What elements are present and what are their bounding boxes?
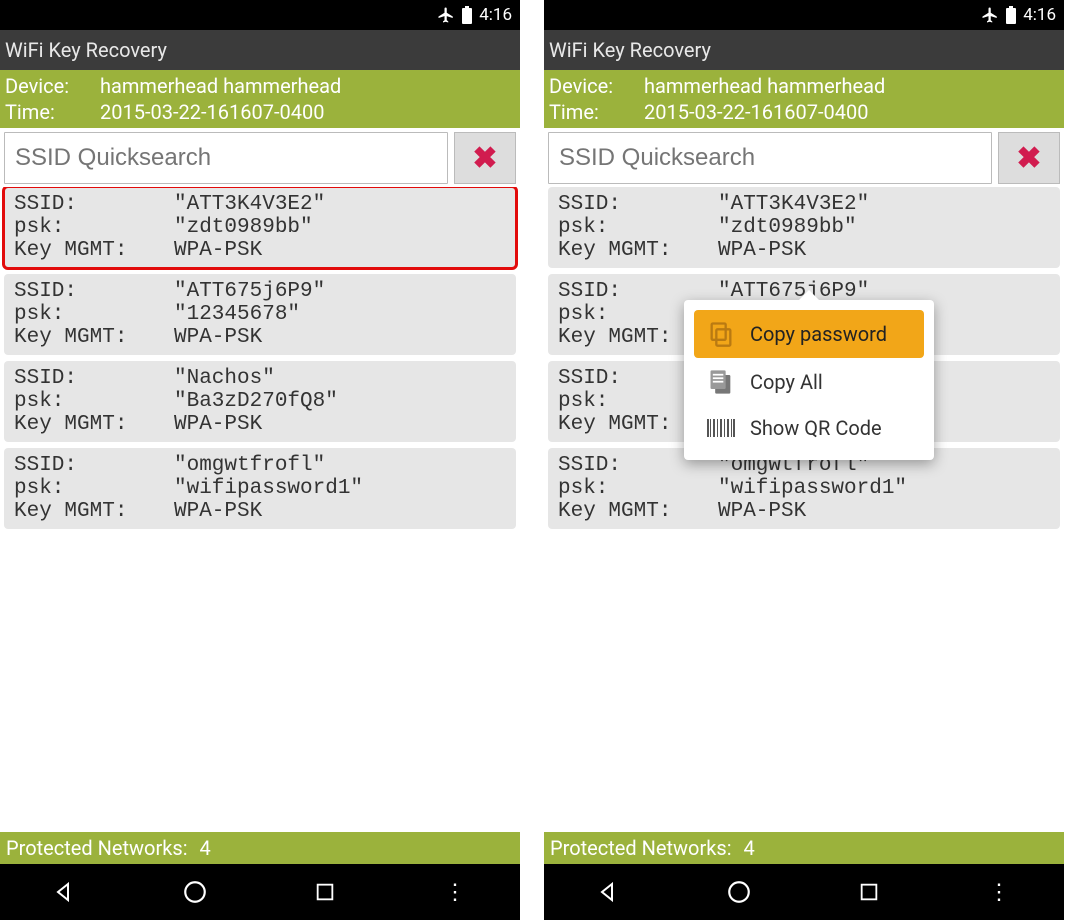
battery-icon: [461, 6, 473, 24]
network-card[interactable]: SSID:"ATT3K4V3E2" psk:"zdt0989bb" Key MG…: [4, 187, 516, 268]
status-time: 4:16: [479, 5, 512, 25]
ssid-label: SSID:: [14, 193, 174, 216]
clear-search-button[interactable]: ✖: [454, 132, 516, 184]
footer-label: Protected Networks:: [550, 836, 732, 860]
device-value: hammerhead hammerhead: [100, 73, 341, 99]
network-list: SSID:"ATT3K4V3E2" psk:"zdt0989bb" Key MG…: [544, 187, 1064, 832]
battery-icon: [1005, 6, 1017, 24]
psk-label: psk:: [14, 216, 174, 239]
status-time: 4:16: [1023, 5, 1056, 25]
search-row: ✖: [544, 128, 1064, 187]
app-title: WiFi Key Recovery: [549, 38, 711, 62]
android-nav-bar: ⋮: [0, 864, 520, 920]
nav-home-button[interactable]: [175, 879, 215, 905]
network-card[interactable]: SSID:"omgwtfrofl" psk:"wifipassword1" Ke…: [4, 448, 516, 529]
android-nav-bar: ⋮: [544, 864, 1064, 920]
context-menu: Copy password Copy All Show QR Code: [684, 300, 934, 460]
ssid-value: "ATT3K4V3E2": [174, 193, 506, 216]
app-title-bar: WiFi Key Recovery: [544, 30, 1064, 70]
menu-copy-password[interactable]: Copy password: [694, 310, 924, 358]
time-label: Time:: [5, 99, 100, 125]
copy-all-icon: [704, 368, 738, 396]
footer-label: Protected Networks:: [6, 836, 188, 860]
airplane-mode-icon: [981, 6, 999, 24]
status-bar: 4:16: [544, 0, 1064, 30]
device-info-bar: Device: hammerhead hammerhead Time: 2015…: [544, 70, 1064, 128]
kmgmt-label: Key MGMT:: [14, 239, 174, 262]
search-input[interactable]: [548, 132, 992, 184]
app-title-bar: WiFi Key Recovery: [0, 30, 520, 70]
nav-home-button[interactable]: [719, 879, 759, 905]
nav-back-button[interactable]: [45, 880, 85, 904]
time-label: Time:: [549, 99, 644, 125]
network-card[interactable]: SSID:"ATT3K4V3E2" psk:"zdt0989bb" Key MG…: [548, 187, 1060, 268]
close-icon: ✖: [472, 141, 497, 176]
time-value: 2015-03-22-161607-0400: [100, 99, 324, 125]
menu-label: Show QR Code: [750, 416, 882, 440]
nav-recent-button[interactable]: [305, 881, 345, 903]
menu-show-qr[interactable]: Show QR Code: [694, 406, 924, 450]
nav-recent-button[interactable]: [849, 881, 889, 903]
menu-copy-all[interactable]: Copy All: [694, 358, 924, 406]
search-row: ✖: [0, 128, 520, 187]
footer-count: 4: [200, 836, 211, 860]
nav-overflow-button[interactable]: ⋮: [979, 880, 1019, 905]
network-card[interactable]: SSID:"omgwtfrofl" psk:"wifipassword1" Ke…: [548, 448, 1060, 529]
phone-screenshot-left: 4:16 WiFi Key Recovery Device: hammerhea…: [0, 0, 520, 920]
time-value: 2015-03-22-161607-0400: [644, 99, 868, 125]
footer-bar: Protected Networks: 4: [0, 832, 520, 864]
device-value: hammerhead hammerhead: [644, 73, 885, 99]
footer-count: 4: [744, 836, 755, 860]
airplane-mode-icon: [437, 6, 455, 24]
network-card[interactable]: SSID:"Nachos" psk:"Ba3zD270fQ8" Key MGMT…: [4, 361, 516, 442]
nav-overflow-button[interactable]: ⋮: [435, 880, 475, 905]
device-label: Device:: [5, 73, 100, 99]
device-info-bar: Device: hammerhead hammerhead Time: 2015…: [0, 70, 520, 128]
phone-screenshot-right: 4:16 WiFi Key Recovery Device: hammerhea…: [544, 0, 1064, 920]
menu-label: Copy password: [750, 322, 887, 346]
clear-search-button[interactable]: ✖: [998, 132, 1060, 184]
psk-value: "zdt0989bb": [174, 216, 506, 239]
app-title: WiFi Key Recovery: [5, 38, 167, 62]
menu-label: Copy All: [750, 370, 823, 394]
device-label: Device:: [549, 73, 644, 99]
nav-back-button[interactable]: [589, 880, 629, 904]
copy-icon: [704, 320, 738, 348]
search-input[interactable]: [4, 132, 448, 184]
footer-bar: Protected Networks: 4: [544, 832, 1064, 864]
close-icon: ✖: [1016, 141, 1041, 176]
network-list: SSID:"ATT3K4V3E2" psk:"zdt0989bb" Key MG…: [0, 187, 520, 832]
barcode-icon: [704, 417, 738, 439]
network-card[interactable]: SSID:"ATT675j6P9" psk:"12345678" Key MGM…: [4, 274, 516, 355]
status-bar: 4:16: [0, 0, 520, 30]
kmgmt-value: WPA-PSK: [174, 239, 506, 262]
